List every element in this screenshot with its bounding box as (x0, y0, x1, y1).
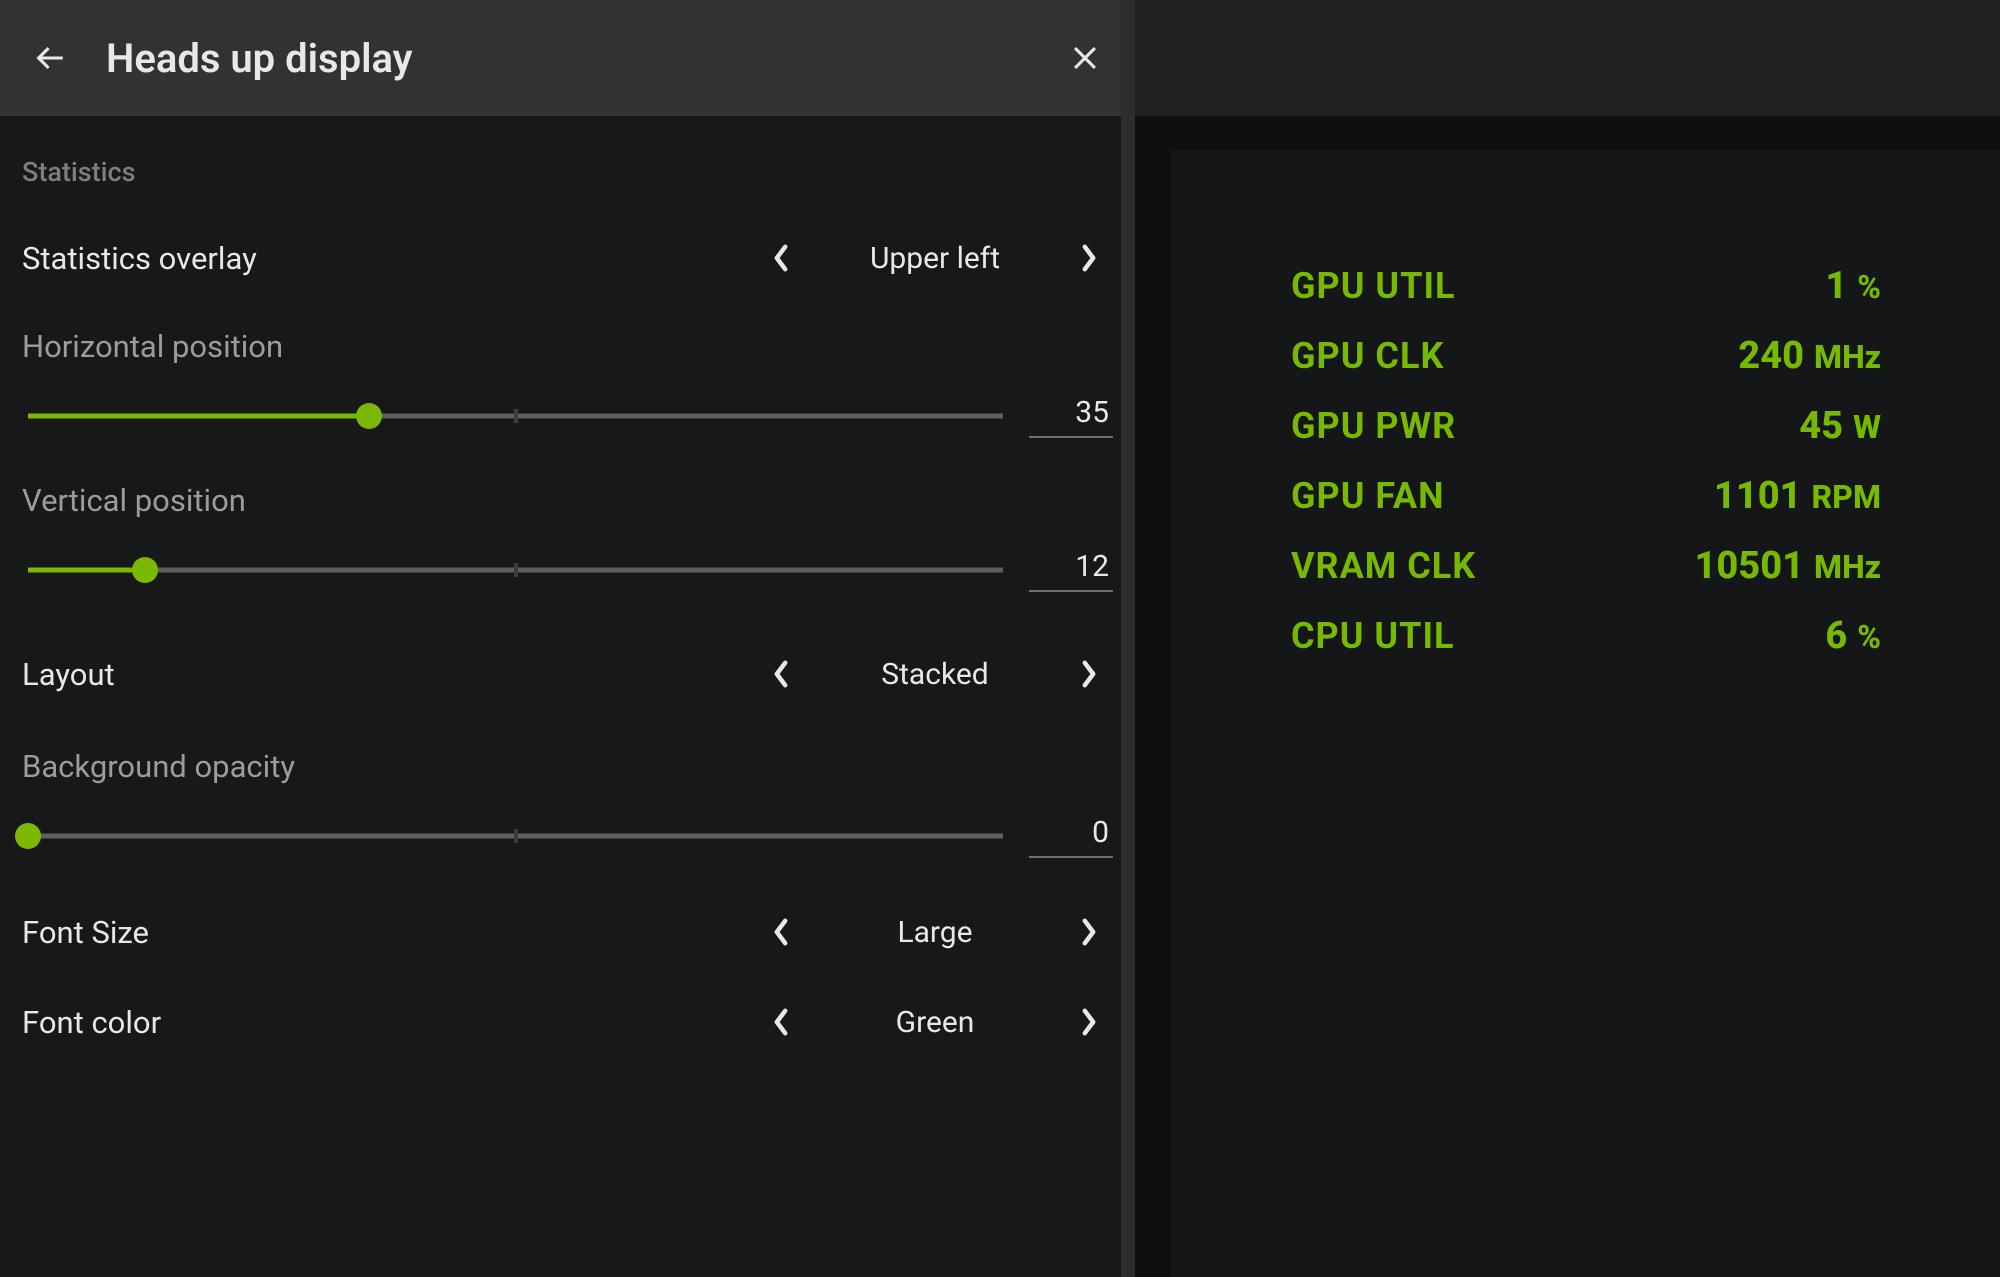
chevron-left-icon (772, 918, 790, 946)
back-button[interactable] (28, 36, 72, 80)
statistics-overlay-next[interactable] (1065, 234, 1113, 282)
hud-row: GPU PWR45W (1291, 404, 1881, 448)
row-font-size: Font Size Large (22, 902, 1113, 962)
slider-background-opacity[interactable] (28, 824, 1003, 848)
hud-stat-value: 240MHz (1531, 334, 1881, 378)
chevron-left-icon (772, 660, 790, 688)
panel-title: Heads up display (106, 35, 1029, 82)
slider-horizontal-position[interactable] (28, 404, 1003, 428)
preview-topbar (1135, 0, 2000, 116)
settings-panel: Heads up display Statistics Statistics o… (0, 0, 1135, 1277)
value-font-size: Large (805, 915, 1065, 950)
value-vertical-position[interactable]: 12 (1029, 547, 1113, 592)
chevron-right-icon (1080, 1008, 1098, 1036)
font-size-prev[interactable] (757, 908, 805, 956)
font-color-next[interactable] (1065, 998, 1113, 1046)
picker-font-color: Green (473, 998, 1113, 1046)
label-horizontal-position: Horizontal position (22, 328, 1113, 365)
layout-prev[interactable] (757, 650, 805, 698)
panel-scrollbar[interactable] (1121, 0, 1135, 1277)
row-background-opacity: Background opacity 0 (22, 748, 1113, 858)
hud-row: CPU UTIL6% (1291, 614, 1881, 658)
chevron-left-icon (772, 244, 790, 272)
row-vertical-position: Vertical position 12 (22, 482, 1113, 592)
label-layout: Layout (22, 656, 452, 693)
row-font-color: Font color Green (22, 992, 1113, 1052)
layout-next[interactable] (1065, 650, 1113, 698)
value-layout: Stacked (805, 657, 1065, 692)
hud-stat-label: GPU FAN (1291, 475, 1531, 517)
chevron-right-icon (1080, 918, 1098, 946)
hud-stat-value: 10501MHz (1531, 544, 1881, 588)
hud-overlay: GPU UTIL1%GPU CLK240MHzGPU PWR45WGPU FAN… (1291, 264, 1881, 658)
picker-font-size: Large (473, 908, 1113, 956)
chevron-left-icon (772, 1008, 790, 1036)
statistics-overlay-prev[interactable] (757, 234, 805, 282)
font-size-next[interactable] (1065, 908, 1113, 956)
panel-header: Heads up display (0, 0, 1135, 116)
slider-thumb[interactable] (132, 557, 158, 583)
hud-row: VRAM CLK10501MHz (1291, 544, 1881, 588)
chevron-right-icon (1080, 660, 1098, 688)
font-color-prev[interactable] (757, 998, 805, 1046)
row-horizontal-position: Horizontal position 35 (22, 328, 1113, 438)
close-icon (1068, 41, 1102, 75)
hud-stat-label: GPU CLK (1291, 335, 1531, 377)
value-horizontal-position[interactable]: 35 (1029, 393, 1113, 438)
value-font-color: Green (805, 1005, 1065, 1040)
hud-stat-label: CPU UTIL (1291, 615, 1531, 657)
label-background-opacity: Background opacity (22, 748, 1113, 785)
chevron-right-icon (1080, 244, 1098, 272)
hud-stat-label: GPU UTIL (1291, 265, 1531, 307)
row-layout: Layout Stacked (22, 644, 1113, 704)
label-vertical-position: Vertical position (22, 482, 1113, 519)
preview-area: GPU UTIL1%GPU CLK240MHzGPU PWR45WGPU FAN… (1135, 0, 2000, 1277)
slider-vertical-position[interactable] (28, 558, 1003, 582)
hud-stat-value: 1% (1531, 264, 1881, 308)
panel-body: Statistics Statistics overlay Upper left… (0, 116, 1135, 1092)
hud-stat-label: VRAM CLK (1291, 545, 1531, 587)
hud-row: GPU UTIL1% (1291, 264, 1881, 308)
close-button[interactable] (1063, 36, 1107, 80)
arrow-left-icon (33, 41, 67, 75)
row-statistics-overlay: Statistics overlay Upper left (22, 228, 1113, 288)
label-font-color: Font color (22, 1004, 452, 1041)
slider-thumb[interactable] (356, 403, 382, 429)
hud-stat-value: 45W (1531, 404, 1881, 448)
hud-stat-value: 1101RPM (1531, 474, 1881, 518)
picker-layout: Stacked (473, 650, 1113, 698)
picker-statistics-overlay: Upper left (473, 234, 1113, 282)
label-font-size: Font Size (22, 914, 452, 951)
label-statistics-overlay: Statistics overlay (22, 240, 452, 277)
hud-row: GPU CLK240MHz (1291, 334, 1881, 378)
preview-stage: GPU UTIL1%GPU CLK240MHzGPU PWR45WGPU FAN… (1171, 150, 2000, 1277)
hud-stat-label: GPU PWR (1291, 405, 1531, 447)
section-label-statistics: Statistics (22, 156, 1113, 188)
slider-thumb[interactable] (15, 823, 41, 849)
value-background-opacity[interactable]: 0 (1029, 813, 1113, 858)
hud-stat-value: 6% (1531, 614, 1881, 658)
value-statistics-overlay: Upper left (805, 241, 1065, 276)
hud-row: GPU FAN1101RPM (1291, 474, 1881, 518)
